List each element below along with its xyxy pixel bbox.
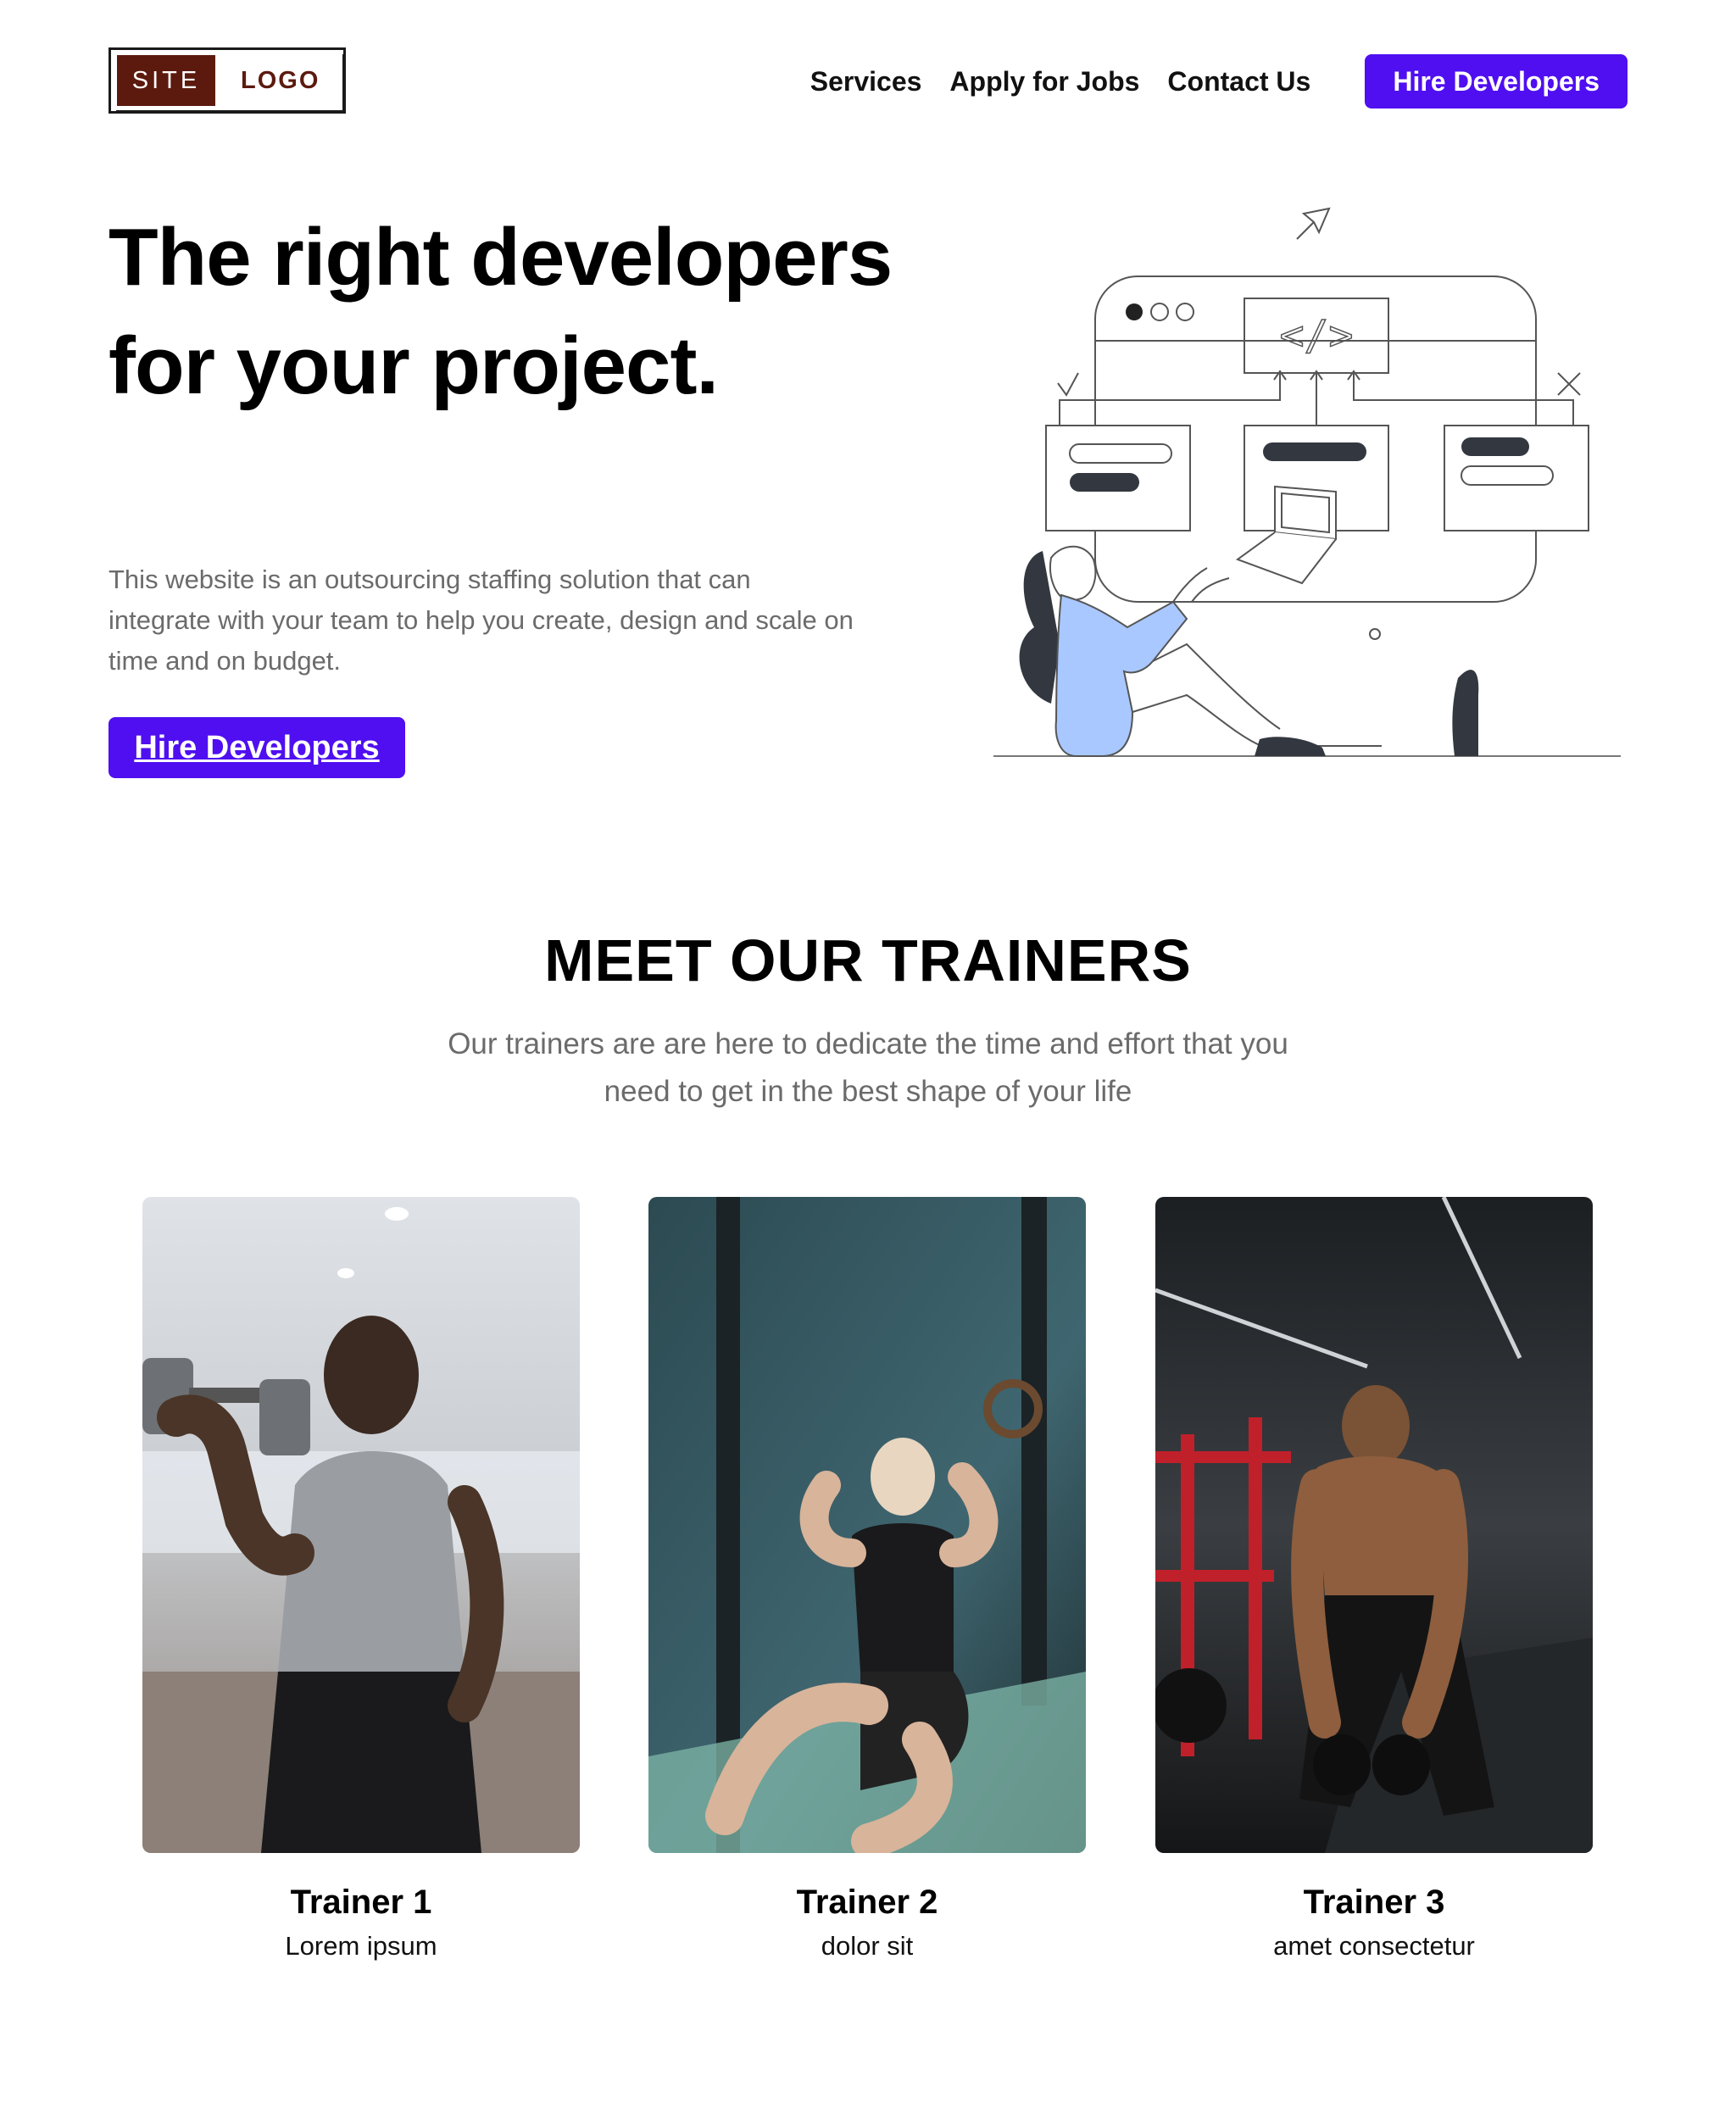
logo-logo-text: LOGO (241, 66, 320, 94)
logo-site-text: SITE (117, 55, 215, 106)
trainers-section-subtitle: Our trainers are are here to dedicate th… (448, 1027, 1288, 1108)
trainer-card-3[interactable]: Trainer 3 amet consectetur (1155, 1197, 1593, 1967)
trainer-card-2[interactable]: Trainer 2 dolor sit (648, 1197, 1086, 1967)
hero-illustration: </> (983, 203, 1628, 780)
nav-apply-link[interactable]: Apply for Jobs (949, 66, 1139, 97)
trainer-role-1: Lorem ipsum (285, 1931, 437, 1961)
hero-description: This website is an outsourcing staffing … (108, 565, 854, 676)
trainers-section-title: MEET OUR TRAINERS (544, 927, 1192, 993)
hero-title: The right developers for your project. (108, 212, 893, 411)
trainer-role-3: amet consectetur (1273, 1931, 1475, 1961)
trainer-photo-2 (648, 1197, 1086, 1853)
trainer-photo-1 (142, 1197, 580, 1853)
trainer-name-1: Trainer 1 (290, 1884, 432, 1921)
close-icon (1557, 372, 1581, 396)
check-icon (1057, 372, 1079, 397)
trainer-role-2: dolor sit (821, 1931, 914, 1961)
trainer-name-2: Trainer 2 (796, 1884, 938, 1921)
trainer-name-3: Trainer 3 (1303, 1884, 1445, 1921)
code-icon: </> (1280, 312, 1354, 359)
trainer-photo-3 (1155, 1197, 1593, 1853)
main-nav: Services Apply for Jobs Contact Us Hire … (810, 54, 1628, 109)
trainer-card-1[interactable]: Trainer 1 Lorem ipsum (142, 1197, 580, 1967)
site-logo[interactable]: SITE LOGO (108, 47, 346, 114)
paper-plane-icon (1296, 207, 1331, 240)
nav-services-link[interactable]: Services (810, 66, 922, 97)
nav-hire-developers-button[interactable]: Hire Developers (1365, 54, 1628, 109)
site-header: SITE LOGO Services Apply for Jobs Contac… (108, 47, 1628, 115)
hero-hire-developers-button[interactable]: Hire Developers (108, 717, 405, 778)
nav-contact-link[interactable]: Contact Us (1167, 66, 1310, 97)
person-illustration (1019, 545, 1479, 757)
